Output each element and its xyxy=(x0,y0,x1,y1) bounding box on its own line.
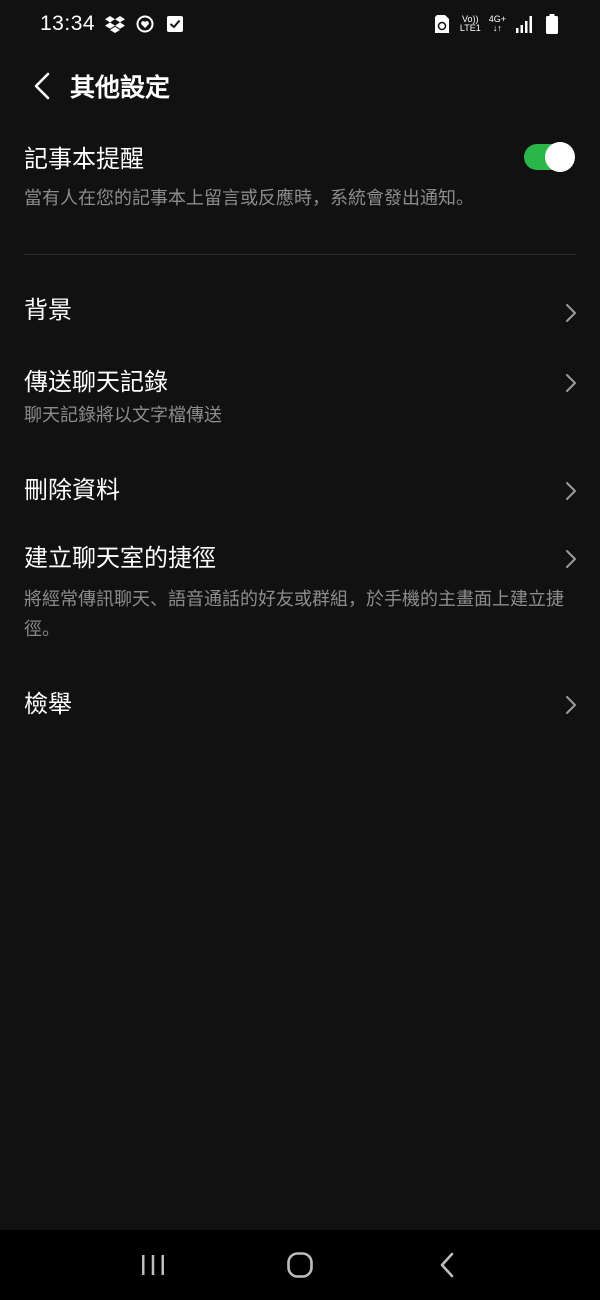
send-chat-history-description: 聊天記錄將以文字檔傳送 xyxy=(24,405,222,426)
volte-indicator: Vo)) LTE1 xyxy=(460,15,481,33)
setting-report[interactable]: 檢舉 xyxy=(0,687,600,747)
setting-create-shortcut[interactable]: 建立聊天室的捷徑 將經常傳訊聊天、語音通話的好友或群組，於手機的主畫面上建立捷徑… xyxy=(0,541,600,687)
data-arrows-icon: ↓↑ xyxy=(492,23,502,33)
delete-data-title: 刪除資料 xyxy=(24,476,120,504)
setting-send-chat-history[interactable]: 傳送聊天記錄 聊天記錄將以文字檔傳送 xyxy=(0,365,600,469)
status-time: 13:34 xyxy=(40,12,96,35)
recycle-sim-icon xyxy=(432,14,452,34)
note-reminder-title: 記事本提醒 xyxy=(24,145,144,173)
back-arrow-icon xyxy=(440,1252,453,1278)
chevron-right-icon xyxy=(566,304,576,322)
chevron-right-icon xyxy=(566,550,576,568)
back-button[interactable] xyxy=(22,58,62,114)
toggle-knob xyxy=(545,142,575,172)
status-right: Vo)) LTE1 4G+ ↓↑ xyxy=(432,14,562,34)
status-left: 13:34 xyxy=(40,12,185,36)
system-back-button[interactable] xyxy=(417,1235,477,1295)
status-bar: 13:34 Vo)) LTE1 4G+ ↓↑ xyxy=(0,0,600,48)
recent-apps-icon xyxy=(142,1255,165,1275)
home-button[interactable] xyxy=(270,1235,330,1295)
report-title: 檢舉 xyxy=(24,690,72,718)
setting-delete-data[interactable]: 刪除資料 xyxy=(0,469,600,541)
home-icon xyxy=(287,1252,313,1278)
note-reminder-toggle[interactable] xyxy=(524,142,575,172)
chevron-right-icon xyxy=(566,374,576,392)
battery-icon xyxy=(542,14,562,34)
chevron-right-icon xyxy=(566,696,576,714)
chevron-right-icon xyxy=(566,482,576,500)
dropbox-icon xyxy=(105,14,126,34)
background-title: 背景 xyxy=(24,296,72,324)
app-header: 其他設定 xyxy=(0,58,600,114)
setting-note-reminder: 記事本提醒 當有人在您的記事本上留言或反應時，系統會發出通知。 xyxy=(0,130,600,254)
note-reminder-description: 當有人在您的記事本上留言或反應時，系統會發出通知。 xyxy=(24,188,474,209)
create-shortcut-description: 將經常傳訊聊天、語音通話的好友或群組，於手機的主畫面上建立捷徑。 xyxy=(24,589,564,640)
recent-apps-button[interactable] xyxy=(123,1235,183,1295)
create-shortcut-title: 建立聊天室的捷徑 xyxy=(24,544,216,572)
setting-background[interactable]: 背景 xyxy=(0,255,600,365)
sync-heart-icon xyxy=(135,14,155,34)
lte-label: LTE1 xyxy=(459,23,481,33)
system-nav-bar xyxy=(0,1230,600,1300)
check-square-icon xyxy=(165,14,185,34)
page-title: 其他設定 xyxy=(70,73,171,102)
settings-list: 記事本提醒 當有人在您的記事本上留言或反應時，系統會發出通知。 背景 傳送聊天記… xyxy=(0,130,600,747)
signal-icon xyxy=(514,14,534,34)
network-indicator: 4G+ ↓↑ xyxy=(489,15,506,33)
chevron-left-icon xyxy=(34,72,50,100)
send-chat-history-title: 傳送聊天記錄 xyxy=(24,368,168,396)
